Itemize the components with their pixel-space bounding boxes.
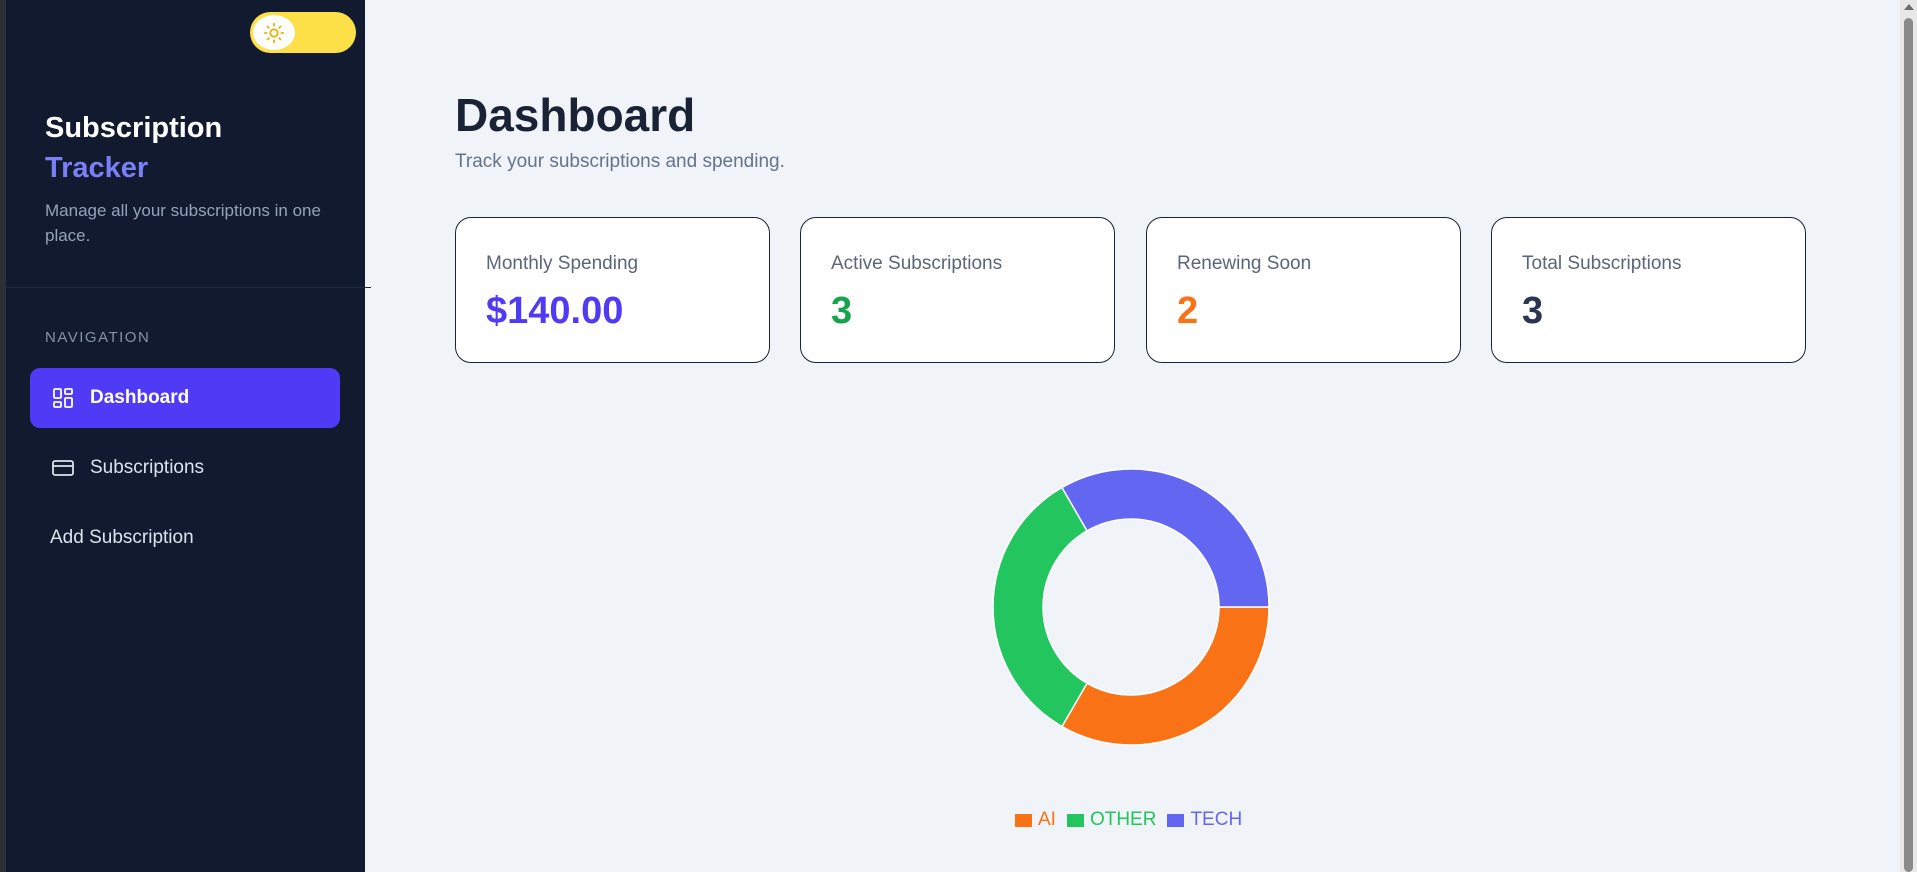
legend-swatch (1167, 813, 1185, 827)
legend-swatch (1066, 813, 1084, 827)
category-donut-chart (992, 468, 1270, 746)
donut-slice-tech[interactable] (1060, 468, 1270, 608)
donut-slice-ai[interactable] (1060, 606, 1270, 746)
scrollbar[interactable] (1900, 0, 1917, 872)
legend-label: AI (1038, 809, 1056, 830)
legend-label: TECH (1190, 809, 1243, 830)
donut-slice-other[interactable] (992, 486, 1089, 728)
scroll-thumb[interactable] (1904, 18, 1913, 872)
chart-legend: AI OTHER TECH (1015, 809, 1253, 831)
scroll-up-icon[interactable] (1904, 4, 1914, 10)
legend-label: OTHER (1089, 809, 1157, 830)
legend-item-tech[interactable]: TECH (1167, 809, 1242, 831)
legend-swatch (1015, 813, 1032, 827)
legend-item-other[interactable]: OTHER (1066, 809, 1157, 831)
legend-item-ai[interactable]: AI (1015, 809, 1056, 831)
